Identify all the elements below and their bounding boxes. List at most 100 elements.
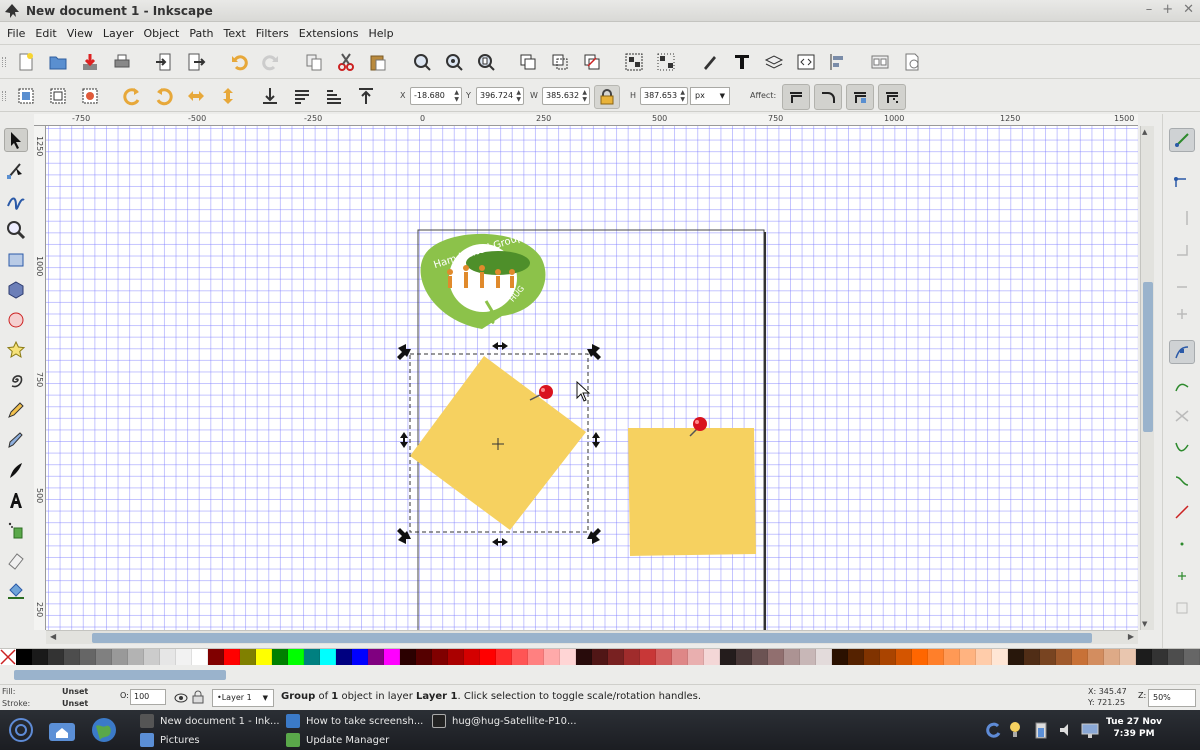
cut-icon[interactable] (334, 50, 358, 74)
color-swatch[interactable] (544, 649, 560, 665)
color-swatch[interactable] (704, 649, 720, 665)
select-all-layers-icon[interactable] (46, 84, 70, 108)
units-select[interactable]: px ▼ (690, 87, 730, 105)
layer-lock-icon[interactable] (192, 690, 204, 704)
vertical-ruler[interactable]: 1250 1000 750 500 250 (34, 126, 46, 630)
horizontal-ruler[interactable]: -750 -500 -250 0 250 500 750 1000 1250 1… (34, 114, 1138, 126)
color-swatch[interactable] (464, 649, 480, 665)
color-swatch[interactable] (848, 649, 864, 665)
color-swatch[interactable] (592, 649, 608, 665)
lower-icon[interactable] (322, 84, 346, 108)
color-swatch[interactable] (512, 649, 528, 665)
ungroup-icon[interactable] (654, 50, 678, 74)
color-swatch[interactable] (144, 649, 160, 665)
zoom-page-icon[interactable] (474, 50, 498, 74)
color-swatch[interactable] (64, 649, 80, 665)
taskbar-item-terminal[interactable]: hug@hug-Satellite-P10... (432, 712, 577, 730)
layers-icon[interactable] (762, 50, 786, 74)
spray-tool[interactable] (4, 518, 28, 542)
color-swatch[interactable] (256, 649, 272, 665)
y-field[interactable]: 396.724 ▲ ▼ (476, 87, 524, 105)
scale-corners-toggle[interactable] (814, 84, 842, 110)
selector-tool[interactable] (4, 128, 28, 152)
snap-page-border-toggle[interactable] (1169, 596, 1195, 620)
eraser-tool[interactable] (4, 548, 28, 572)
eye-visibility-icon[interactable] (174, 691, 188, 705)
star-tool[interactable] (4, 338, 28, 362)
color-swatch[interactable] (304, 649, 320, 665)
snap-smooth-nodes-toggle[interactable] (1169, 468, 1195, 492)
color-swatch[interactable] (960, 649, 976, 665)
scroll-left-icon[interactable]: ◀ (50, 632, 56, 641)
battery-tray-icon[interactable] (1034, 720, 1048, 740)
color-swatch[interactable] (176, 649, 192, 665)
save-icon[interactable] (78, 50, 102, 74)
snap-bbox-corners-toggle[interactable] (1169, 238, 1195, 262)
color-swatch[interactable] (624, 649, 640, 665)
snap-cusp-nodes-toggle[interactable] (1169, 436, 1195, 460)
color-swatch[interactable] (432, 649, 448, 665)
taskbar-item-inkscape[interactable]: New document 1 - Ink... (140, 712, 280, 730)
menu-file[interactable]: File (2, 27, 30, 40)
color-swatch[interactable] (736, 649, 752, 665)
menu-edit[interactable]: Edit (30, 27, 61, 40)
fill-stroke-values[interactable]: Unset Unset (62, 686, 88, 710)
color-swatch[interactable] (416, 649, 432, 665)
taskbar-item-howto[interactable]: How to take screensh... (286, 712, 423, 730)
color-swatch[interactable] (672, 649, 688, 665)
toolbar-grip[interactable] (2, 91, 6, 101)
new-document-icon[interactable] (14, 50, 38, 74)
drawing-canvas[interactable]: Ham United Group HUG (46, 126, 1138, 630)
pencil-tool[interactable] (4, 398, 28, 422)
volume-tray-icon[interactable] (1058, 722, 1074, 738)
web-browser-icon[interactable] (90, 716, 118, 744)
width-field[interactable]: 385.632 ▲ ▼ (542, 87, 590, 105)
color-swatch[interactable] (96, 649, 112, 665)
color-swatch[interactable] (656, 649, 672, 665)
current-layer-select[interactable]: •Layer 1 ▼ (212, 689, 274, 707)
minimize-button[interactable]: – (1146, 2, 1153, 17)
color-swatch[interactable] (336, 649, 352, 665)
duplicate-icon[interactable] (516, 50, 540, 74)
vertical-scrollbar[interactable]: ▲ ▼ (1140, 126, 1154, 630)
menu-path[interactable]: Path (184, 27, 218, 40)
redo-icon[interactable] (258, 50, 282, 74)
color-swatch[interactable] (1168, 649, 1184, 665)
transform-gradients-toggle[interactable] (846, 84, 874, 110)
color-swatch[interactable] (832, 649, 848, 665)
color-swatch[interactable] (800, 649, 816, 665)
horizontal-scroll-thumb[interactable] (92, 633, 1092, 643)
network-tray-icon[interactable] (1080, 720, 1100, 740)
color-swatch[interactable] (864, 649, 880, 665)
deselect-icon[interactable] (78, 84, 102, 108)
taskbar-item-pictures[interactable]: Pictures (140, 731, 200, 749)
color-swatch[interactable] (384, 649, 400, 665)
spin-arrows-icon[interactable]: ▲ ▼ (516, 89, 521, 103)
align-distribute-icon[interactable] (826, 50, 850, 74)
calligraphy-tool[interactable] (4, 458, 28, 482)
xml-editor-icon[interactable] (794, 50, 818, 74)
zoom-field[interactable]: 50% (1148, 689, 1196, 707)
text-font-icon[interactable] (730, 50, 754, 74)
pen-tool[interactable] (4, 428, 28, 452)
snap-object-centers-toggle[interactable] (1169, 532, 1195, 556)
color-swatch[interactable] (368, 649, 384, 665)
menu-view[interactable]: View (62, 27, 98, 40)
color-swatch[interactable] (640, 649, 656, 665)
raise-to-top-icon[interactable] (258, 84, 282, 108)
color-swatch[interactable] (560, 649, 576, 665)
toolbar-grip[interactable] (2, 57, 6, 67)
no-color-swatch[interactable] (0, 649, 16, 665)
color-swatch[interactable] (352, 649, 368, 665)
color-swatch[interactable] (816, 649, 832, 665)
ham-united-group-logo[interactable]: Ham United Group HUG (420, 232, 546, 329)
rotate-cw-icon[interactable] (152, 84, 176, 108)
color-swatch[interactable] (320, 649, 336, 665)
group-icon[interactable] (622, 50, 646, 74)
menu-text[interactable]: Text (219, 27, 251, 40)
color-swatch[interactable] (784, 649, 800, 665)
snap-bbox-center-toggle[interactable] (1169, 302, 1195, 326)
scroll-down-icon[interactable]: ▼ (1142, 620, 1147, 628)
color-swatch[interactable] (768, 649, 784, 665)
horizontal-scrollbar[interactable]: ◀ ▶ (46, 630, 1138, 644)
